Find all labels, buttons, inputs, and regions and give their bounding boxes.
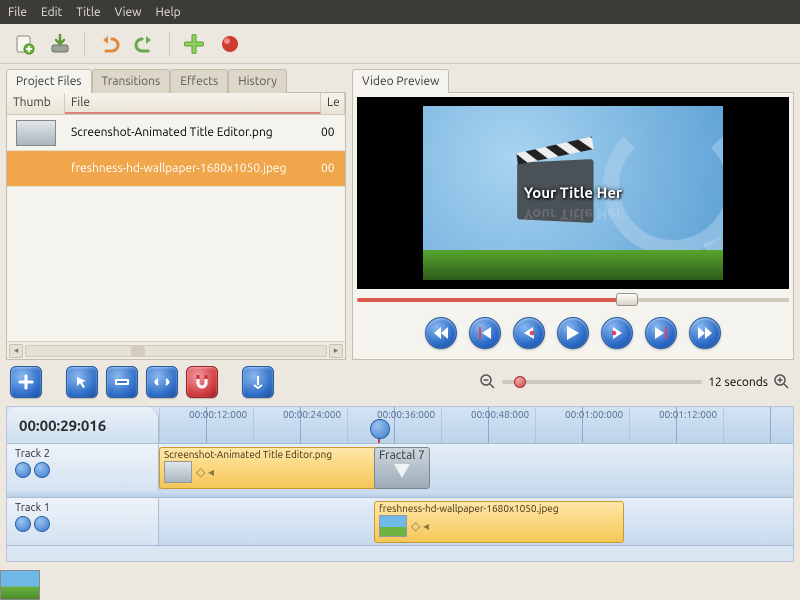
track-2: Track 2 Screenshot-Animated Title Editor… bbox=[7, 443, 793, 491]
timecode-display: 00:00:29:016 bbox=[7, 407, 159, 443]
add-button[interactable] bbox=[180, 30, 208, 58]
timeline: 00:00:29:016 00:00:12:000 00:00:24:000 0… bbox=[6, 406, 794, 562]
resize-tool-button[interactable] bbox=[146, 366, 178, 398]
record-button[interactable] bbox=[216, 30, 244, 58]
track-name: Track 1 bbox=[15, 502, 150, 514]
file-length: 00 bbox=[321, 126, 345, 139]
timeline-clip[interactable]: Screenshot-Animated Title Editor.png ◇ ◂ bbox=[159, 447, 404, 489]
menu-title[interactable]: Title bbox=[76, 6, 100, 19]
tab-effects[interactable]: Effects bbox=[170, 69, 228, 93]
new-project-button[interactable] bbox=[10, 30, 38, 58]
track-visible-toggle[interactable] bbox=[15, 516, 31, 532]
zoom-slider[interactable] bbox=[502, 380, 702, 384]
tab-history[interactable]: History bbox=[228, 69, 287, 93]
tab-video-preview[interactable]: Video Preview bbox=[352, 69, 449, 93]
pointer-tool-button[interactable] bbox=[66, 366, 98, 398]
video-preview-area: Your Title Her Your Title Her bbox=[357, 97, 789, 289]
undo-button[interactable] bbox=[95, 30, 123, 58]
track-1: Track 1 freshness-hd-wallpaper-1680x1050… bbox=[7, 497, 793, 545]
horizontal-scrollbar[interactable]: ◂ ▸ bbox=[7, 341, 345, 359]
scroll-left-icon[interactable]: ◂ bbox=[9, 344, 23, 358]
file-row[interactable]: freshness-hd-wallpaper-1680x1050.jpeg 00 bbox=[7, 151, 345, 187]
transport-controls bbox=[357, 311, 789, 355]
play-button[interactable] bbox=[557, 317, 589, 349]
col-thumb[interactable]: Thumb bbox=[7, 93, 65, 114]
file-row[interactable]: Screenshot-Animated Title Editor.png 00 bbox=[7, 115, 345, 151]
menu-view[interactable]: View bbox=[115, 6, 142, 19]
zoom-out-icon[interactable] bbox=[480, 374, 496, 390]
playhead[interactable] bbox=[378, 421, 380, 443]
razor-tool-button[interactable] bbox=[106, 366, 138, 398]
track-lock-toggle[interactable] bbox=[34, 462, 50, 478]
timeline-clip[interactable]: freshness-hd-wallpaper-1680x1050.jpeg ◇ … bbox=[374, 501, 624, 543]
menu-file[interactable]: File bbox=[8, 6, 27, 19]
timeline-scrollbar[interactable] bbox=[7, 545, 793, 561]
marker-button[interactable] bbox=[242, 366, 274, 398]
project-panel: Project Files Transitions Effects Histor… bbox=[6, 68, 346, 360]
col-file[interactable]: File bbox=[65, 93, 321, 114]
redo-button[interactable] bbox=[131, 30, 159, 58]
import-button[interactable] bbox=[46, 30, 74, 58]
track-name: Track 2 bbox=[15, 448, 150, 460]
preview-panel: Video Preview Your Title Her Your Title … bbox=[352, 68, 794, 360]
step-back-button[interactable] bbox=[513, 317, 545, 349]
file-name: freshness-hd-wallpaper-1680x1050.jpeg bbox=[65, 162, 321, 175]
prev-frame-button[interactable] bbox=[469, 317, 501, 349]
menu-edit[interactable]: Edit bbox=[41, 6, 62, 19]
menu-help[interactable]: Help bbox=[155, 6, 180, 19]
track-lock-toggle[interactable] bbox=[34, 516, 50, 532]
timeline-ruler[interactable]: 00:00:12:000 00:00:24:000 00:00:36:000 0… bbox=[159, 407, 793, 443]
scroll-right-icon[interactable]: ▸ bbox=[329, 344, 343, 358]
step-forward-button[interactable] bbox=[601, 317, 633, 349]
thumbnail-icon bbox=[16, 120, 56, 146]
main-toolbar bbox=[0, 24, 800, 64]
rewind-button[interactable] bbox=[425, 317, 457, 349]
tab-transitions[interactable]: Transitions bbox=[92, 69, 171, 93]
tab-project-files[interactable]: Project Files bbox=[6, 69, 92, 93]
file-name: Screenshot-Animated Title Editor.png bbox=[65, 126, 321, 139]
zoom-in-icon[interactable] bbox=[774, 374, 790, 390]
file-table-header: Thumb File Le bbox=[7, 93, 345, 115]
menubar: File Edit Title View Help bbox=[0, 0, 800, 24]
next-frame-button[interactable] bbox=[645, 317, 677, 349]
zoom-label: 12 seconds bbox=[708, 376, 768, 389]
timeline-tools: 12 seconds bbox=[0, 360, 800, 404]
col-length[interactable]: Le bbox=[321, 93, 345, 114]
track-visible-toggle[interactable] bbox=[15, 462, 31, 478]
file-length: 00 bbox=[321, 162, 345, 175]
snap-tool-button[interactable] bbox=[186, 366, 218, 398]
preview-title-text: Your Title Her bbox=[423, 184, 723, 201]
transition-clip[interactable]: Fractal 7 bbox=[374, 447, 430, 489]
add-track-button[interactable] bbox=[10, 366, 42, 398]
fast-forward-button[interactable] bbox=[689, 317, 721, 349]
seek-slider[interactable] bbox=[357, 293, 789, 307]
